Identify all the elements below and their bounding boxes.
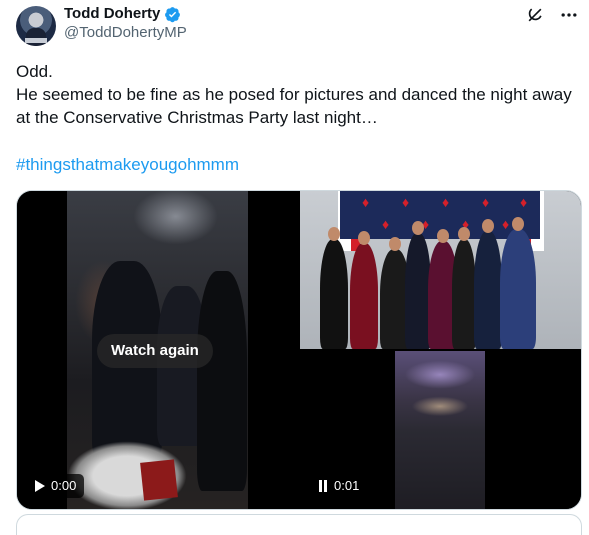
photo-head	[458, 227, 470, 241]
watch-again-button[interactable]: Watch again	[97, 334, 213, 368]
video-time-label: 0:01	[334, 478, 360, 493]
maple-leaf-icon: ♦	[482, 194, 490, 210]
maple-leaf-icon: ♦	[520, 194, 528, 210]
video-left[interactable]: Watch again 0:00	[17, 191, 298, 509]
tweet-text-line: Odd.	[16, 62, 53, 81]
video-frame	[395, 351, 485, 509]
media-grid: Watch again 0:00 ♦ ♦ ♦ ♦ ♦ ♦ ♦ ♦ ♦ 0:01	[16, 190, 582, 510]
video-bag	[140, 459, 178, 501]
tweet-text-line: He seemed to be fine as he posed for pic…	[16, 85, 572, 127]
maple-leaf-icon: ♦	[362, 194, 370, 210]
tweet-actions-top	[525, 5, 579, 25]
author-avatar[interactable]	[16, 6, 56, 46]
photo-head	[512, 217, 524, 231]
grok-icon[interactable]	[525, 5, 545, 25]
photo-head	[328, 227, 340, 241]
video-right[interactable]: 0:01	[300, 351, 581, 509]
verified-badge-icon	[165, 6, 181, 22]
author-handle[interactable]: @ToddDohertyMP	[64, 24, 187, 41]
photo-head	[437, 229, 449, 243]
avatar-figure	[26, 28, 46, 46]
photo-person	[452, 239, 476, 349]
photo-group[interactable]: ♦ ♦ ♦ ♦ ♦ ♦ ♦ ♦ ♦	[300, 191, 581, 349]
photo-head	[412, 221, 424, 235]
photo-person	[320, 239, 348, 349]
pause-icon	[319, 480, 327, 492]
video-left-time[interactable]: 0:00	[27, 474, 85, 498]
avatar-nameplate	[25, 38, 47, 43]
video-right-time[interactable]: 0:01	[310, 474, 368, 498]
photo-head	[389, 237, 401, 251]
author-name-row: Todd Doherty	[64, 5, 181, 23]
video-figure	[197, 271, 247, 491]
play-icon	[35, 480, 45, 492]
maple-leaf-icon: ♦	[502, 216, 510, 232]
video-time-label: 0:00	[51, 478, 77, 493]
more-icon[interactable]	[559, 5, 579, 25]
maple-leaf-icon: ♦	[442, 194, 450, 210]
photo-person	[474, 231, 502, 349]
maple-leaf-icon: ♦	[402, 194, 410, 210]
photo-person	[500, 229, 536, 349]
hashtag-link[interactable]: #thingsthatmakeyougohmmm	[16, 155, 239, 175]
tweet-text: Odd. He seemed to be fine as he posed fo…	[16, 60, 576, 129]
photo-head	[358, 231, 370, 245]
quoted-tweet-box[interactable]	[16, 514, 582, 535]
maple-leaf-icon: ♦	[382, 216, 390, 232]
author-name[interactable]: Todd Doherty	[64, 5, 160, 23]
photo-head	[482, 219, 494, 233]
photo-person	[350, 243, 378, 349]
